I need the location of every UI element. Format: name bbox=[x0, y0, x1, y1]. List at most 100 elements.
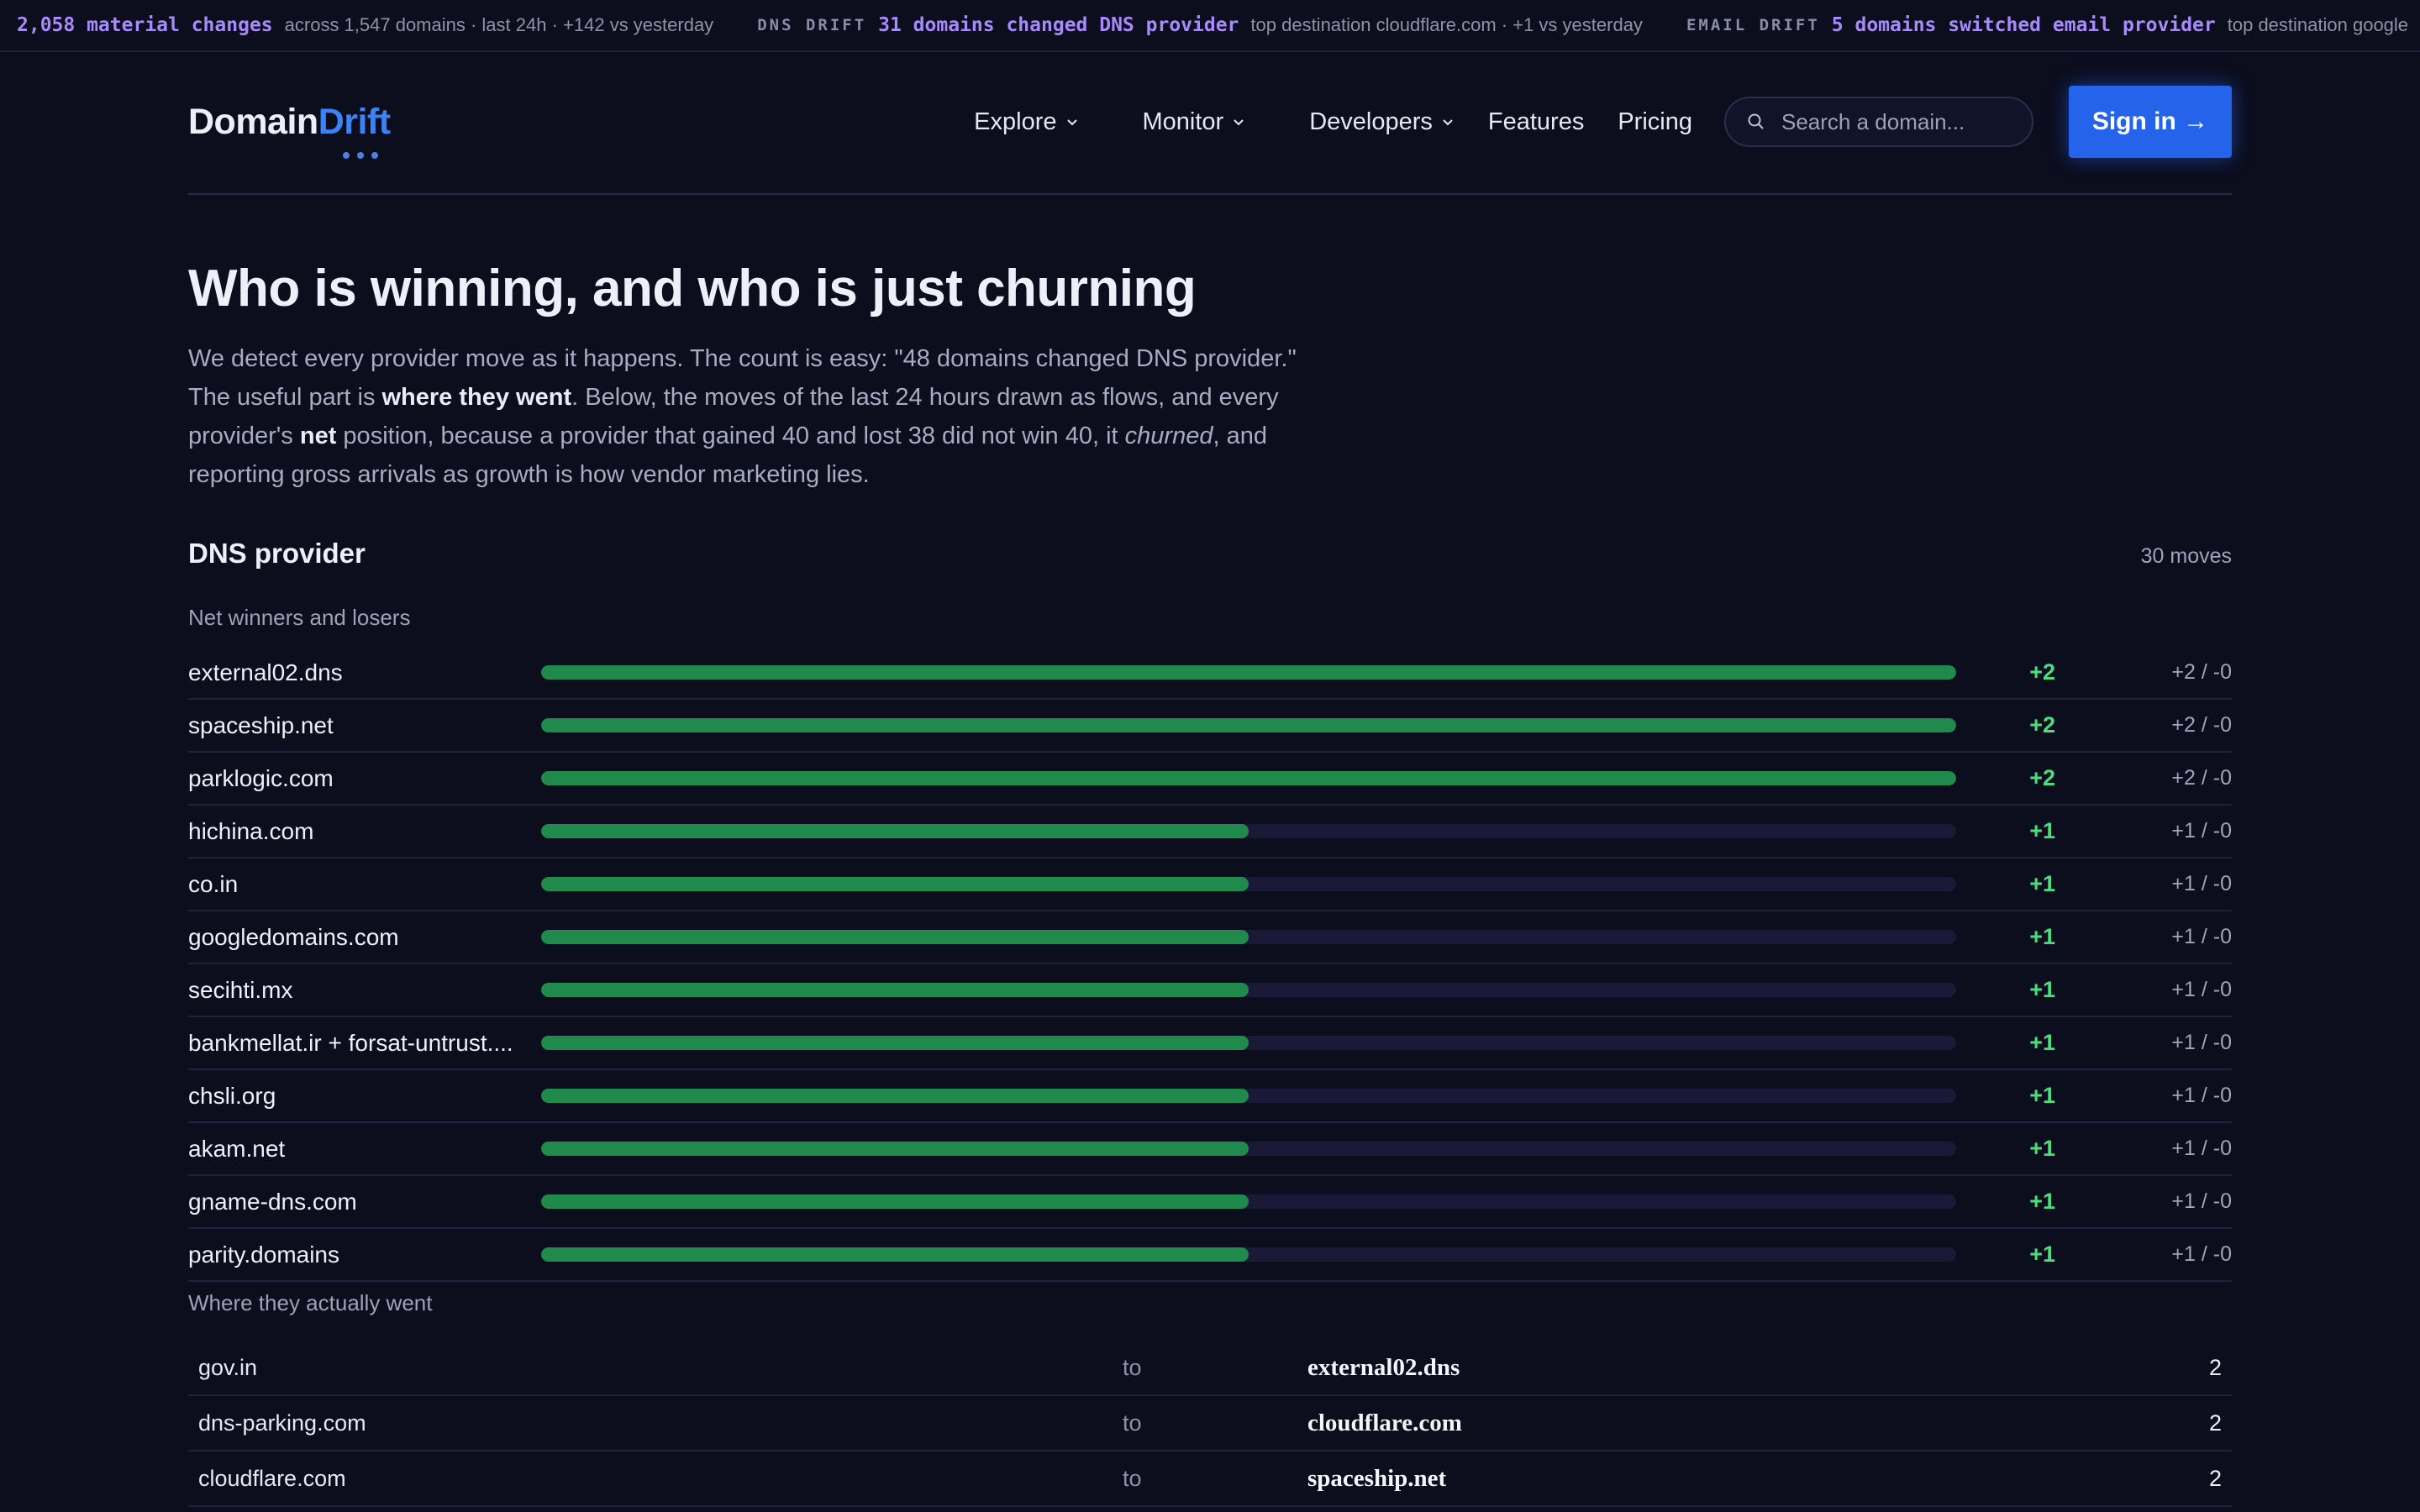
provider-row[interactable]: chsli.org +1 +1 / -0 bbox=[188, 1070, 2232, 1123]
nav-explore[interactable]: Explore bbox=[974, 108, 1078, 136]
ticker-headline: 31 domains changed DNS provider bbox=[878, 14, 1239, 36]
gain-loss: +1 / -0 bbox=[2171, 1189, 2232, 1213]
provider-name: chsli.org bbox=[188, 1082, 276, 1109]
provider-name: secihti.mx bbox=[188, 976, 293, 1003]
net-change: +1 bbox=[2029, 977, 2055, 1002]
net-change: +1 bbox=[2029, 1083, 2055, 1108]
provider-row[interactable]: parklogic.com +2 +2 / -0 bbox=[188, 753, 2232, 806]
flows-label: Where they actually went bbox=[188, 1290, 433, 1315]
ticker-kicker: DNS DRIFT bbox=[757, 16, 867, 34]
net-change: +2 bbox=[2029, 765, 2055, 790]
ticker-item-dns[interactable]: DNS DRIFT 31 domains changed DNS provide… bbox=[757, 14, 1643, 36]
nav-features-link[interactable]: Features bbox=[1488, 108, 1584, 136]
site-header: DomainDrift Explore Monitor Developers F… bbox=[188, 50, 2232, 195]
drift-ticker: 2,058 material changes across 1,547 doma… bbox=[0, 0, 2420, 52]
page-title: Who is winning, and who is just churning bbox=[188, 260, 1197, 318]
sign-in-button[interactable]: Sign in → bbox=[2069, 86, 2232, 158]
domain-search[interactable] bbox=[1724, 97, 2033, 147]
provider-name: external02.dns bbox=[188, 659, 343, 685]
flow-to-label: to bbox=[1123, 1465, 1142, 1491]
flow-count: 2 bbox=[2208, 1410, 2222, 1436]
provider-name: co.in bbox=[188, 870, 239, 897]
net-bar-track bbox=[541, 824, 1956, 838]
net-bar-fill bbox=[541, 1142, 1249, 1156]
provider-row[interactable]: googledomains.com +1 +1 / -0 bbox=[188, 911, 2232, 964]
winners-list: external02.dns +2 +2 / -0 spaceship.net +2 +2… bbox=[188, 647, 2232, 1282]
brand-name-accent: Drift bbox=[318, 101, 391, 142]
net-bar-fill bbox=[541, 1194, 1249, 1209]
nav-developers[interactable]: Developers bbox=[1309, 108, 1455, 136]
chevron-down-icon bbox=[1443, 119, 1453, 126]
flow-row[interactable]: cloudflare.com to spaceship.net 2 bbox=[188, 1452, 2232, 1507]
net-change: +1 bbox=[2029, 1030, 2055, 1055]
ticker-detail: top destination cloudflare.com · +1 vs y… bbox=[1250, 14, 1643, 35]
provider-row[interactable]: co.in +1 +1 / -0 bbox=[188, 858, 2232, 911]
provider-row[interactable]: akam.net +1 +1 / -0 bbox=[188, 1123, 2232, 1176]
provider-name: bankmellat.ir + forsat-untrust.... bbox=[188, 1029, 513, 1056]
flow-to-label: to bbox=[1123, 1410, 1142, 1436]
logo-dots-icon bbox=[343, 151, 378, 159]
intro-emphasis: net bbox=[299, 423, 337, 449]
provider-name: gname-dns.com bbox=[188, 1188, 357, 1215]
provider-row[interactable]: external02.dns +2 +2 / -0 bbox=[188, 647, 2232, 700]
chevron-down-icon bbox=[1066, 119, 1077, 126]
net-bar-track bbox=[541, 1247, 1956, 1262]
brand-name-main: Domain bbox=[188, 101, 318, 142]
net-bar-fill bbox=[541, 1089, 1249, 1103]
net-bar-track bbox=[541, 1194, 1956, 1209]
ticker-detail: top destination google bbox=[2227, 14, 2409, 35]
flow-row[interactable]: gov.in to external02.dns 2 bbox=[188, 1341, 2232, 1396]
intro-paragraph: We detect every provider move as it happ… bbox=[188, 339, 1297, 494]
nav-pricing-link[interactable]: Pricing bbox=[1618, 108, 1692, 136]
provider-row[interactable]: spaceship.net +2 +2 / -0 bbox=[188, 700, 2232, 753]
flow-source: dns-parking.com bbox=[198, 1410, 366, 1436]
ticker-kicker: EMAIL DRIFT bbox=[1686, 16, 1820, 34]
net-bar-fill bbox=[541, 665, 1956, 680]
ticker-detail: across 1,547 domains · last 24h · +142 v… bbox=[284, 14, 714, 35]
search-input[interactable] bbox=[1780, 108, 2002, 136]
ticker-item-total[interactable]: 2,058 material changes across 1,547 doma… bbox=[17, 14, 713, 36]
net-bar-fill bbox=[541, 877, 1249, 891]
net-bar-track bbox=[541, 877, 1956, 891]
section-title: DNS provider bbox=[188, 538, 366, 569]
net-bar-track bbox=[541, 983, 1956, 997]
net-bar-track bbox=[541, 1036, 1956, 1050]
provider-name: hichina.com bbox=[188, 817, 314, 844]
provider-row[interactable]: hichina.com +1 +1 / -0 bbox=[188, 806, 2232, 858]
moves-count: 30 moves bbox=[2140, 544, 2232, 568]
provider-name: parklogic.com bbox=[188, 764, 334, 791]
provider-row[interactable]: bankmellat.ir + forsat-untrust.... +1 +1 /… bbox=[188, 1017, 2232, 1070]
net-bar-fill bbox=[541, 1247, 1249, 1262]
gain-loss: +1 / -0 bbox=[2171, 872, 2232, 895]
gain-loss: +1 / -0 bbox=[2171, 819, 2232, 843]
gain-loss: +1 / -0 bbox=[2171, 1137, 2232, 1160]
ticker-item-email[interactable]: EMAIL DRIFT 5 domains switched email pro… bbox=[1686, 14, 2408, 36]
net-bar-fill bbox=[541, 1036, 1249, 1050]
net-bar-fill bbox=[541, 718, 1956, 732]
gain-loss: +1 / -0 bbox=[2171, 925, 2232, 948]
gain-loss: +1 / -0 bbox=[2171, 978, 2232, 1001]
brand-logo[interactable]: DomainDrift bbox=[188, 101, 391, 159]
nav-monitor[interactable]: Monitor bbox=[1143, 108, 1246, 136]
net-bar-fill bbox=[541, 771, 1956, 785]
net-bar-track bbox=[541, 665, 1956, 680]
gain-loss: +2 / -0 bbox=[2171, 766, 2232, 790]
intro-italic: churned bbox=[1124, 423, 1213, 449]
net-change: +1 bbox=[2029, 1189, 2055, 1214]
flow-to-label: to bbox=[1123, 1354, 1142, 1380]
net-bar-track bbox=[541, 1142, 1956, 1156]
section-header: DNS provider 30 moves bbox=[188, 538, 2232, 570]
provider-row[interactable]: parity.domains +1 +1 / -0 bbox=[188, 1229, 2232, 1282]
ticker-headline: 2,058 material changes bbox=[17, 14, 273, 36]
net-change: +2 bbox=[2029, 712, 2055, 738]
gain-loss: +1 / -0 bbox=[2171, 1084, 2232, 1107]
flow-source: gov.in bbox=[198, 1354, 258, 1380]
chevron-down-icon bbox=[1234, 119, 1244, 126]
gain-loss: +1 / -0 bbox=[2171, 1242, 2232, 1266]
flow-row[interactable]: dns-parking.com to cloudflare.com 2 bbox=[188, 1396, 2232, 1452]
provider-name: googledomains.com bbox=[188, 923, 399, 950]
main-nav: Explore Monitor Developers Features Pric… bbox=[974, 86, 2232, 158]
provider-row[interactable]: secihti.mx +1 +1 / -0 bbox=[188, 964, 2232, 1017]
provider-row[interactable]: gname-dns.com +1 +1 / -0 bbox=[188, 1176, 2232, 1229]
flow-source: cloudflare.com bbox=[198, 1465, 346, 1491]
